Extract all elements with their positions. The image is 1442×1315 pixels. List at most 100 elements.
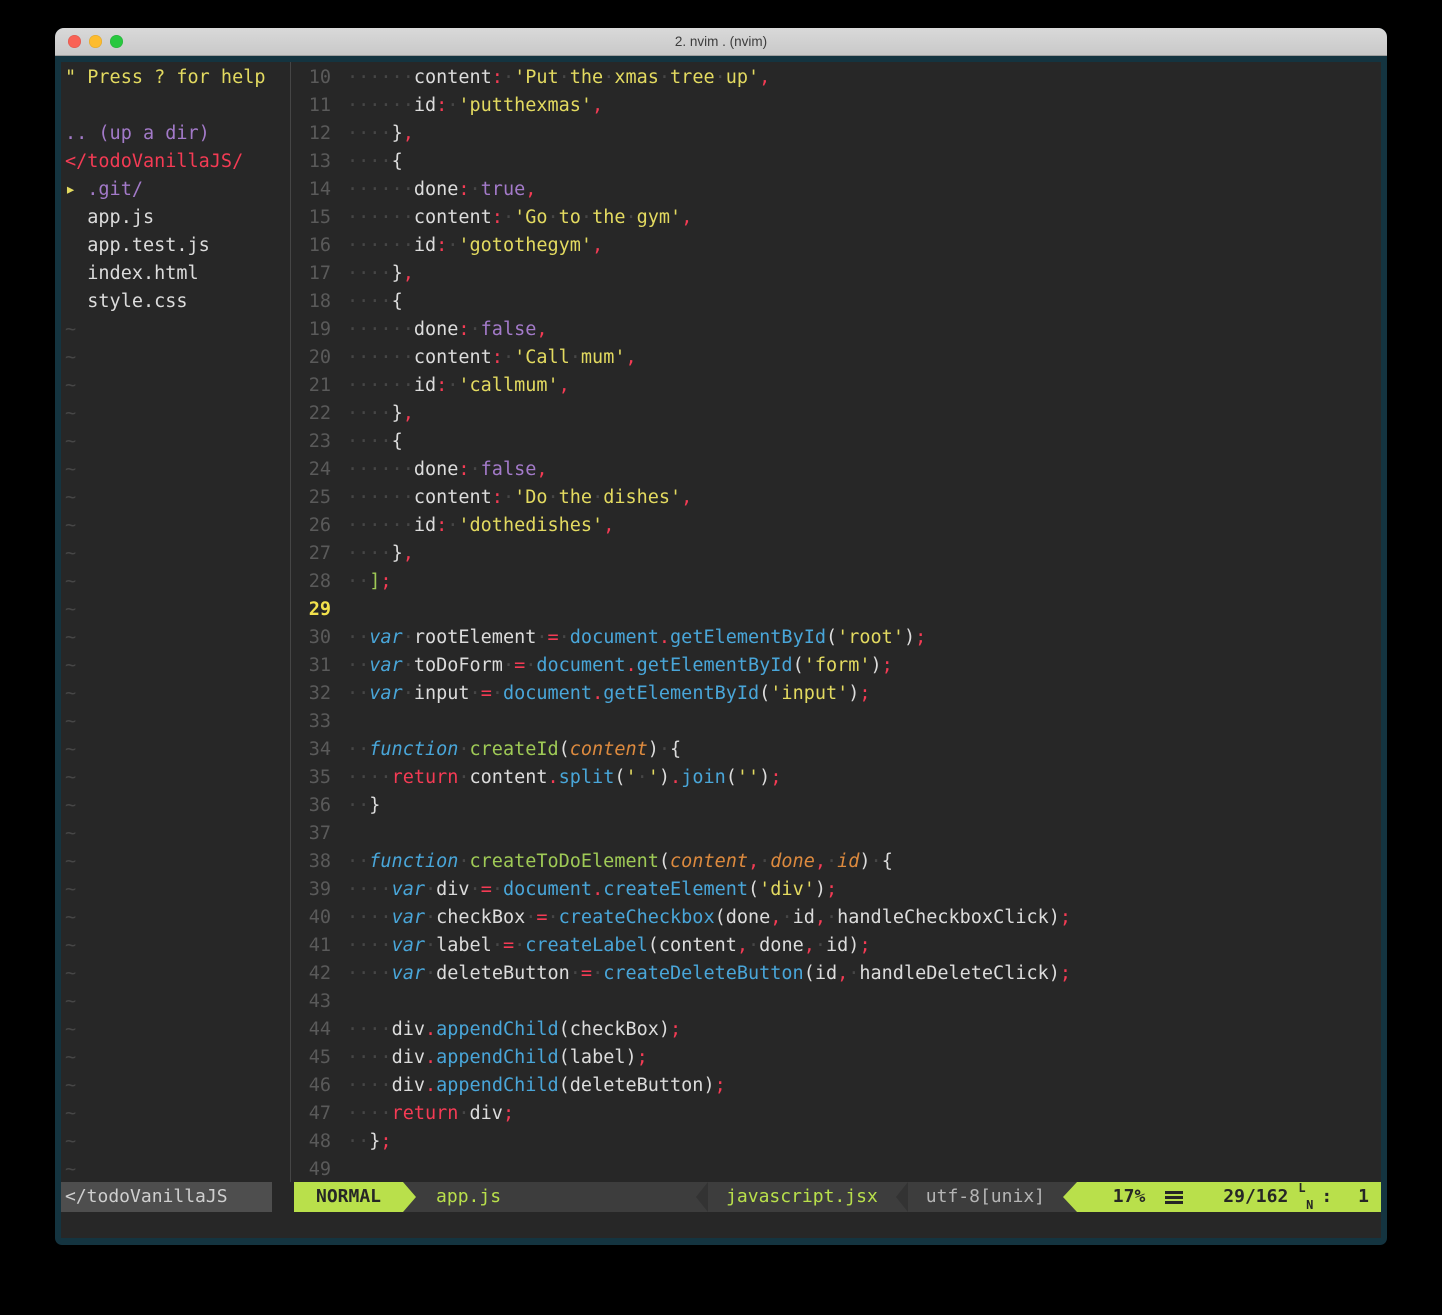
code-line[interactable]: 31··var·toDoForm·=·document.getElementBy… bbox=[291, 652, 1381, 680]
zoom-button[interactable] bbox=[110, 35, 123, 48]
code-line[interactable]: 46····div.appendChild(deleteButton); bbox=[291, 1072, 1381, 1100]
code-token: ( bbox=[793, 655, 804, 676]
titlebar[interactable]: 2. nvim . (nvim) bbox=[55, 28, 1387, 56]
code-line[interactable]: 49 bbox=[291, 1156, 1381, 1182]
code-line[interactable]: 22····}, bbox=[291, 400, 1381, 428]
code-token: 'Put bbox=[514, 67, 559, 88]
code-line[interactable]: 43 bbox=[291, 988, 1381, 1016]
whitespace-dots: · bbox=[403, 627, 414, 648]
code-line[interactable]: 11······id:·'putthexmas', bbox=[291, 92, 1381, 120]
code-token: id bbox=[793, 907, 815, 928]
whitespace-dots: · bbox=[470, 179, 481, 200]
code-line[interactable]: 44····div.appendChild(checkBox); bbox=[291, 1016, 1381, 1044]
code-line[interactable]: 18····{ bbox=[291, 288, 1381, 316]
explorer-item[interactable]: app.test.js bbox=[65, 232, 290, 260]
filetype-segment: javascript.jsx bbox=[708, 1182, 896, 1212]
whitespace-dots: ···· bbox=[347, 1047, 392, 1068]
whitespace-dots: · bbox=[570, 347, 581, 368]
code-line[interactable]: 19······done:·false, bbox=[291, 316, 1381, 344]
code-line[interactable]: 42····var·deleteButton·=·createDeleteBut… bbox=[291, 960, 1381, 988]
code-line[interactable]: 15······content:·'Go·to·the·gym', bbox=[291, 204, 1381, 232]
code-line[interactable]: 40····var·checkBox·=·createCheckbox(done… bbox=[291, 904, 1381, 932]
code-token: ; bbox=[503, 1103, 514, 1124]
filler-tilde: ~ bbox=[65, 540, 290, 568]
code-token: 'div' bbox=[759, 879, 815, 900]
code-line[interactable]: 26······id:·'dothedishes', bbox=[291, 512, 1381, 540]
code-text bbox=[331, 1156, 347, 1182]
code-token: false bbox=[481, 319, 537, 340]
code-line[interactable]: 20······content:·'Call·mum', bbox=[291, 344, 1381, 372]
explorer-item[interactable]: index.html bbox=[65, 260, 290, 288]
filler-tilde: ~ bbox=[65, 904, 290, 932]
code-token: 'Do bbox=[514, 487, 547, 508]
code-line[interactable]: 39····var·div·=·document.createElement('… bbox=[291, 876, 1381, 904]
code-line[interactable]: 21······id:·'callmum', bbox=[291, 372, 1381, 400]
code-line[interactable]: 37 bbox=[291, 820, 1381, 848]
code-token: ; bbox=[715, 1075, 726, 1096]
code-token: createToDoElement bbox=[470, 851, 659, 872]
line-number: 22 bbox=[291, 400, 331, 428]
line-number: 14 bbox=[291, 176, 331, 204]
whitespace-dots: ···· bbox=[347, 879, 392, 900]
code-token: xmas bbox=[614, 67, 659, 88]
code-token: div bbox=[392, 1047, 425, 1068]
code-line[interactable]: 48··}; bbox=[291, 1128, 1381, 1156]
code-line[interactable]: 28··]; bbox=[291, 568, 1381, 596]
code-token: var bbox=[369, 627, 402, 648]
code-token: (id bbox=[804, 963, 837, 984]
line-number-icon: L N bbox=[1298, 1185, 1313, 1209]
minimize-button[interactable] bbox=[89, 35, 102, 48]
code-text: ····}, bbox=[331, 260, 414, 288]
code-token: content bbox=[570, 739, 648, 760]
explorer-item[interactable]: .. (up a dir) bbox=[65, 120, 290, 148]
code-line[interactable]: 35····return·content.split('·').join('')… bbox=[291, 764, 1381, 792]
code-token: ; bbox=[859, 683, 870, 704]
code-line[interactable]: 12····}, bbox=[291, 120, 1381, 148]
explorer-item[interactable]: " Press ? for help bbox=[65, 64, 290, 92]
whitespace-dots: ·· bbox=[347, 1131, 369, 1152]
whitespace-dots: · bbox=[503, 487, 514, 508]
code-line[interactable]: 30··var·rootElement·=·document.getElemen… bbox=[291, 624, 1381, 652]
whitespace-dots: ·· bbox=[347, 571, 369, 592]
code-token: , bbox=[536, 459, 547, 480]
code-line[interactable]: 10······content:·'Put·the·xmas·tree·up', bbox=[291, 64, 1381, 92]
code-line[interactable]: 34··function·createId(content)·{ bbox=[291, 736, 1381, 764]
code-line[interactable]: 13····{ bbox=[291, 148, 1381, 176]
filler-tilde: ~ bbox=[65, 764, 290, 792]
code-line[interactable]: 41····var·label·=·createLabel(content,·d… bbox=[291, 932, 1381, 960]
tilde-text: ~ bbox=[65, 795, 76, 816]
chevron-left-icon bbox=[896, 1182, 908, 1212]
code-line[interactable]: 14······done:·true, bbox=[291, 176, 1381, 204]
code-line[interactable]: 25······content:·'Do·the·dishes', bbox=[291, 484, 1381, 512]
code-line[interactable]: 29 bbox=[291, 596, 1381, 624]
code-token: , bbox=[815, 907, 826, 928]
code-line[interactable]: 38··function·createToDoElement(content,·… bbox=[291, 848, 1381, 876]
close-button[interactable] bbox=[68, 35, 81, 48]
whitespace-dots: · bbox=[815, 935, 826, 956]
whitespace-dots: · bbox=[403, 655, 414, 676]
code-line[interactable]: 23····{ bbox=[291, 428, 1381, 456]
explorer-item[interactable]: </todoVanillaJS/ bbox=[65, 148, 290, 176]
code-line[interactable]: 32··var·input·=·document.getElementById(… bbox=[291, 680, 1381, 708]
code-line[interactable]: 17····}, bbox=[291, 260, 1381, 288]
code-token: 'Call bbox=[514, 347, 570, 368]
code-line[interactable]: 27····}, bbox=[291, 540, 1381, 568]
code-line[interactable]: 33 bbox=[291, 708, 1381, 736]
tilde-text: ~ bbox=[65, 515, 76, 536]
code-token: var bbox=[392, 879, 425, 900]
code-line[interactable]: 45····div.appendChild(label); bbox=[291, 1044, 1381, 1072]
line-number: 40 bbox=[291, 904, 331, 932]
command-line[interactable] bbox=[61, 1212, 1381, 1238]
explorer-item[interactable]: style.css bbox=[65, 288, 290, 316]
line-number: 33 bbox=[291, 708, 331, 736]
code-line[interactable]: 16······id:·'gotothegym', bbox=[291, 232, 1381, 260]
whitespace-dots: · bbox=[525, 655, 536, 676]
code-line[interactable]: 47····return·div; bbox=[291, 1100, 1381, 1128]
tilde-text: ~ bbox=[65, 347, 76, 368]
code-token: , bbox=[403, 403, 414, 424]
explorer-item[interactable]: ▸ .git/ bbox=[65, 176, 290, 204]
code-token: ; bbox=[380, 571, 391, 592]
explorer-item[interactable]: app.js bbox=[65, 204, 290, 232]
code-line[interactable]: 36··} bbox=[291, 792, 1381, 820]
code-line[interactable]: 24······done:·false, bbox=[291, 456, 1381, 484]
